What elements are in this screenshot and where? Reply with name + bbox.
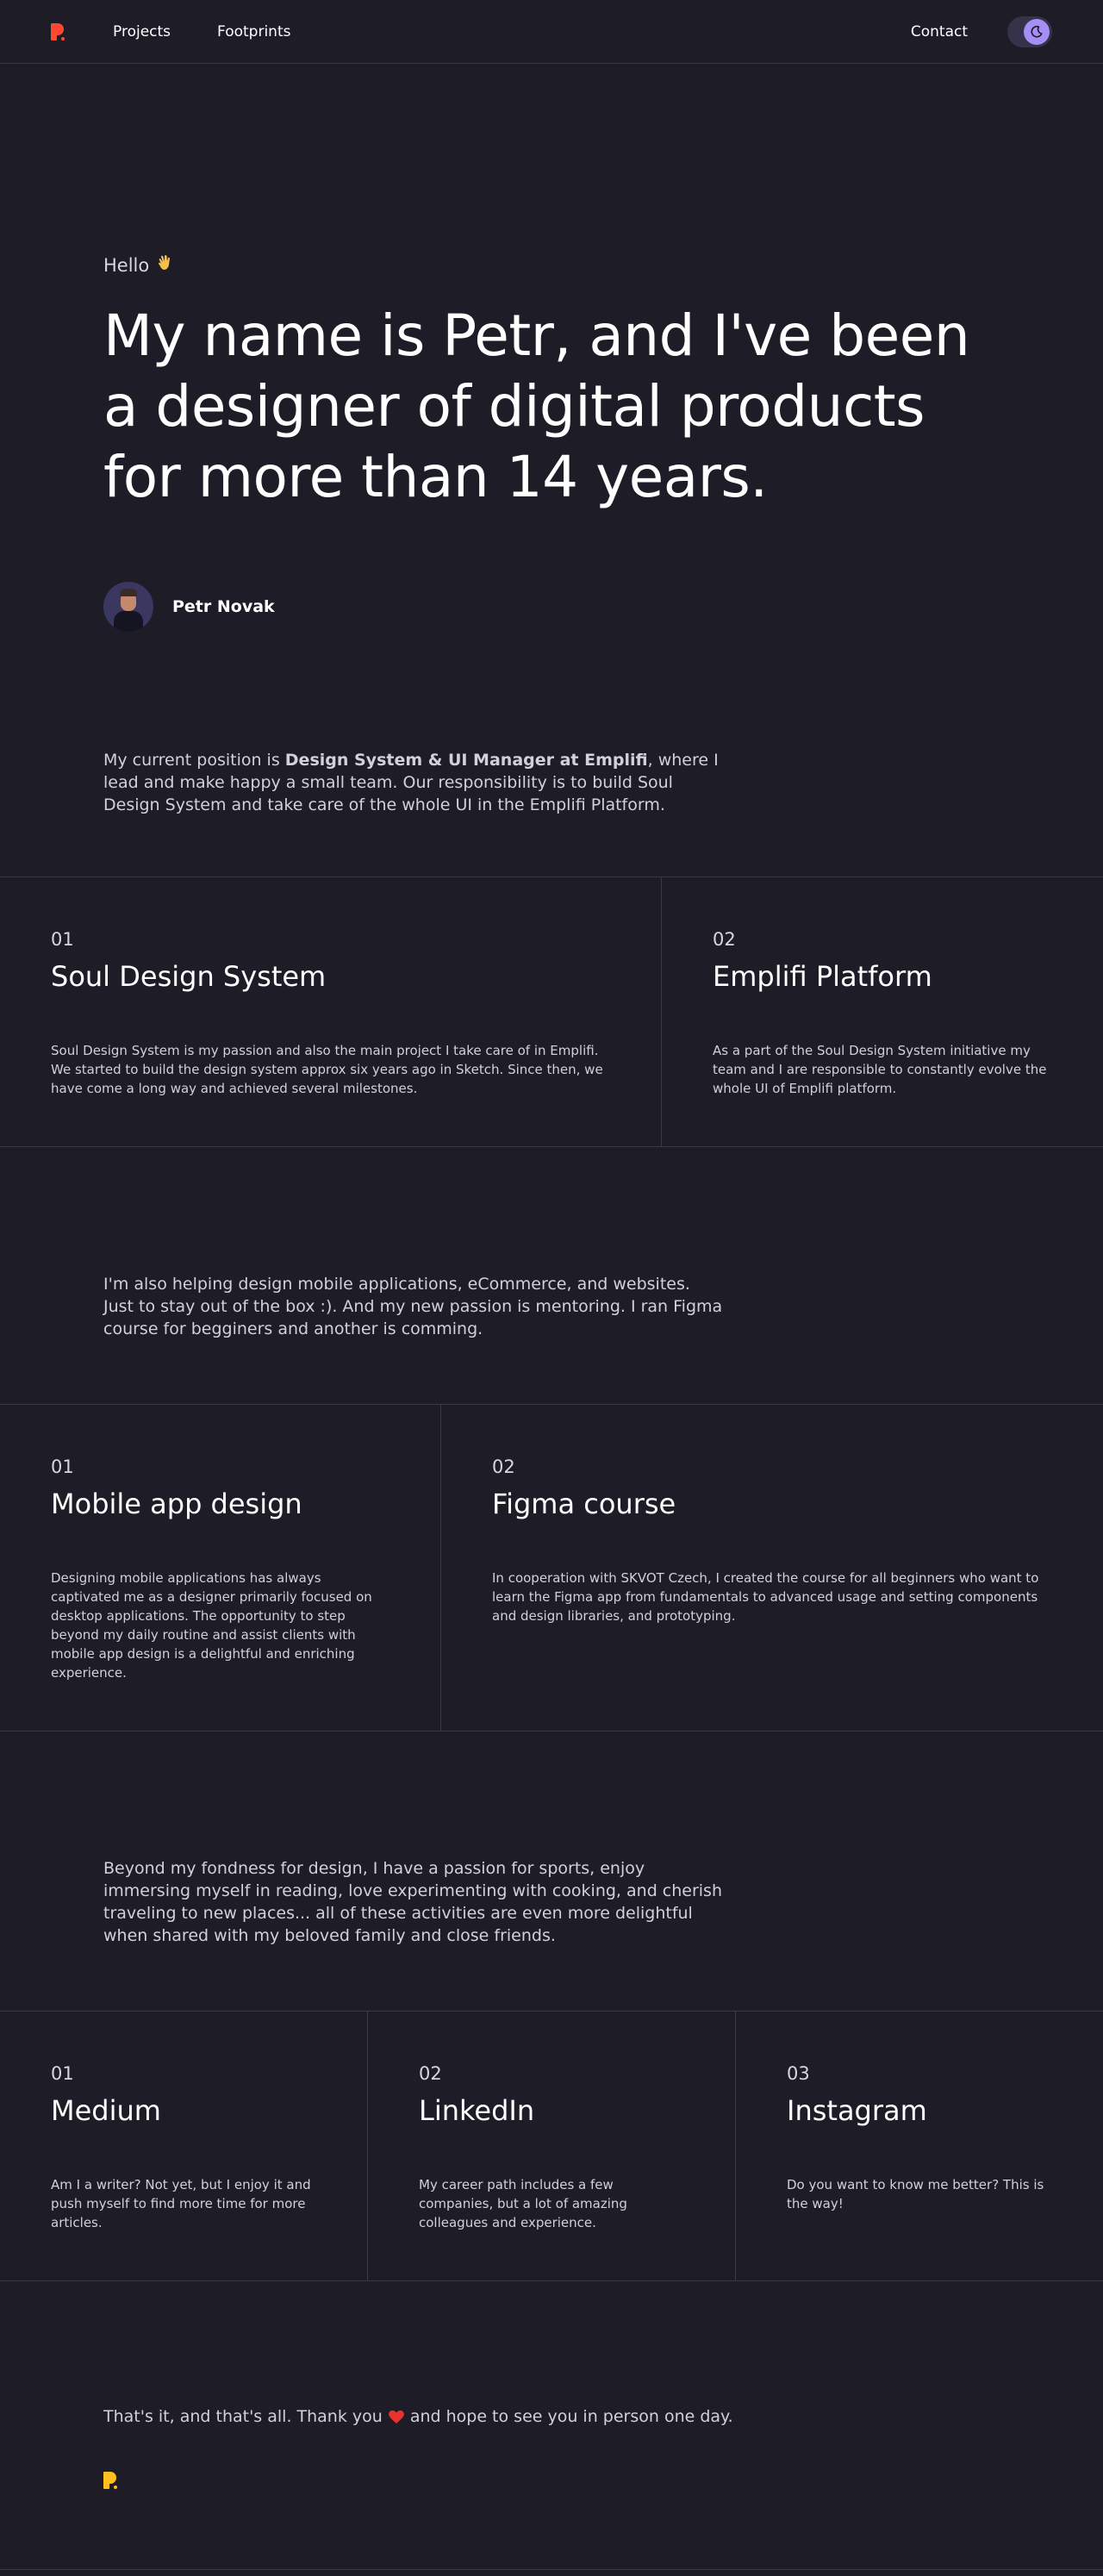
author-name: Petr Novak bbox=[172, 597, 275, 616]
mentoring-section: I'm also helping design mobile applicati… bbox=[0, 1147, 1103, 1404]
card-medium[interactable]: 01 Medium Am I a writer? Not yet, but I … bbox=[0, 2012, 368, 2280]
card-title: Soul Design System bbox=[51, 960, 327, 993]
intro-text: My current position is Design System & U… bbox=[103, 751, 719, 814]
footer-logo-icon[interactable] bbox=[103, 2471, 117, 2490]
card-instagram[interactable]: 03 Instagram Do you want to know me bett… bbox=[736, 2012, 1103, 2280]
card-title: Figma course bbox=[492, 1488, 676, 1520]
closing-section: That's it, and that's all. Thank you and… bbox=[0, 2281, 1103, 2569]
card-title: Medium bbox=[51, 2094, 161, 2127]
projects-cards: 01 Soul Design System Soul Design System… bbox=[0, 876, 1103, 1147]
closing-text: That's it, and that's all. Thank you and… bbox=[103, 2407, 733, 2426]
card-number: 01 bbox=[51, 1456, 74, 1477]
intro-highlight: Design System & UI Manager at Emplifi bbox=[284, 751, 648, 770]
card-text: In cooperation with SKVOT Czech, I creat… bbox=[492, 1570, 1039, 1624]
nav-link-contact[interactable]: Contact bbox=[911, 23, 968, 41]
footer-divider bbox=[0, 2569, 1103, 2570]
card-soul-design-system[interactable]: 01 Soul Design System Soul Design System… bbox=[0, 877, 662, 1146]
card-text: As a part of the Soul Design System init… bbox=[713, 1043, 1047, 1096]
card-text: Designing mobile applications has always… bbox=[51, 1570, 372, 1681]
card-emplifi-platform[interactable]: 02 Emplifi Platform As a part of the Sou… bbox=[662, 877, 1103, 1146]
card-mobile-app-design[interactable]: 01 Mobile app design Designing mobile ap… bbox=[0, 1405, 441, 1731]
avatar bbox=[103, 582, 153, 632]
card-linkedin[interactable]: 02 LinkedIn My career path includes a fe… bbox=[368, 2012, 736, 2280]
card-number: 01 bbox=[51, 2063, 74, 2084]
top-navigation: Projects Footprints Contact bbox=[0, 0, 1103, 64]
card-text: Am I a writer? Not yet, but I enjoy it a… bbox=[51, 2177, 311, 2230]
mentoring-text: I'm also helping design mobile applicati… bbox=[103, 1275, 723, 1338]
card-number: 01 bbox=[51, 929, 74, 950]
hobbies-section: Beyond my fondness for design, I have a … bbox=[0, 1731, 1103, 2011]
hero-headline: My name is Petr, and I've been a designe… bbox=[103, 303, 970, 510]
logo-icon[interactable] bbox=[51, 22, 65, 41]
card-text: My career path includes a few companies,… bbox=[419, 2177, 627, 2230]
card-number: 02 bbox=[419, 2063, 442, 2084]
card-title: Instagram bbox=[787, 2094, 927, 2127]
nav-link-footprints[interactable]: Footprints bbox=[217, 23, 290, 41]
heart-icon bbox=[388, 2409, 405, 2424]
card-figma-course[interactable]: 02 Figma course In cooperation with SKVO… bbox=[441, 1405, 1103, 1731]
card-text: Do you want to know me better? This is t… bbox=[787, 2177, 1044, 2211]
waving-hand-icon bbox=[156, 253, 175, 277]
intro-section: My current position is Design System & U… bbox=[0, 632, 1103, 876]
card-title: Mobile app design bbox=[51, 1488, 302, 1520]
card-number: 02 bbox=[492, 1456, 515, 1477]
card-number: 03 bbox=[787, 2063, 810, 2084]
hobbies-text: Beyond my fondness for design, I have a … bbox=[103, 1859, 723, 1945]
theme-toggle[interactable] bbox=[1007, 16, 1052, 47]
card-number: 02 bbox=[713, 929, 736, 950]
greeting: Hello bbox=[103, 253, 1000, 277]
nav-link-projects[interactable]: Projects bbox=[113, 23, 171, 41]
hero-section: Hello My name is Petr, and I've been a d… bbox=[0, 64, 1103, 632]
moon-icon bbox=[1024, 18, 1050, 45]
card-title: Emplifi Platform bbox=[713, 960, 932, 993]
social-cards: 01 Medium Am I a writer? Not yet, but I … bbox=[0, 2011, 1103, 2281]
author: Petr Novak bbox=[103, 582, 1000, 632]
card-text: Soul Design System is my passion and als… bbox=[51, 1043, 603, 1096]
card-title: LinkedIn bbox=[419, 2094, 535, 2127]
side-projects-cards: 01 Mobile app design Designing mobile ap… bbox=[0, 1404, 1103, 1731]
